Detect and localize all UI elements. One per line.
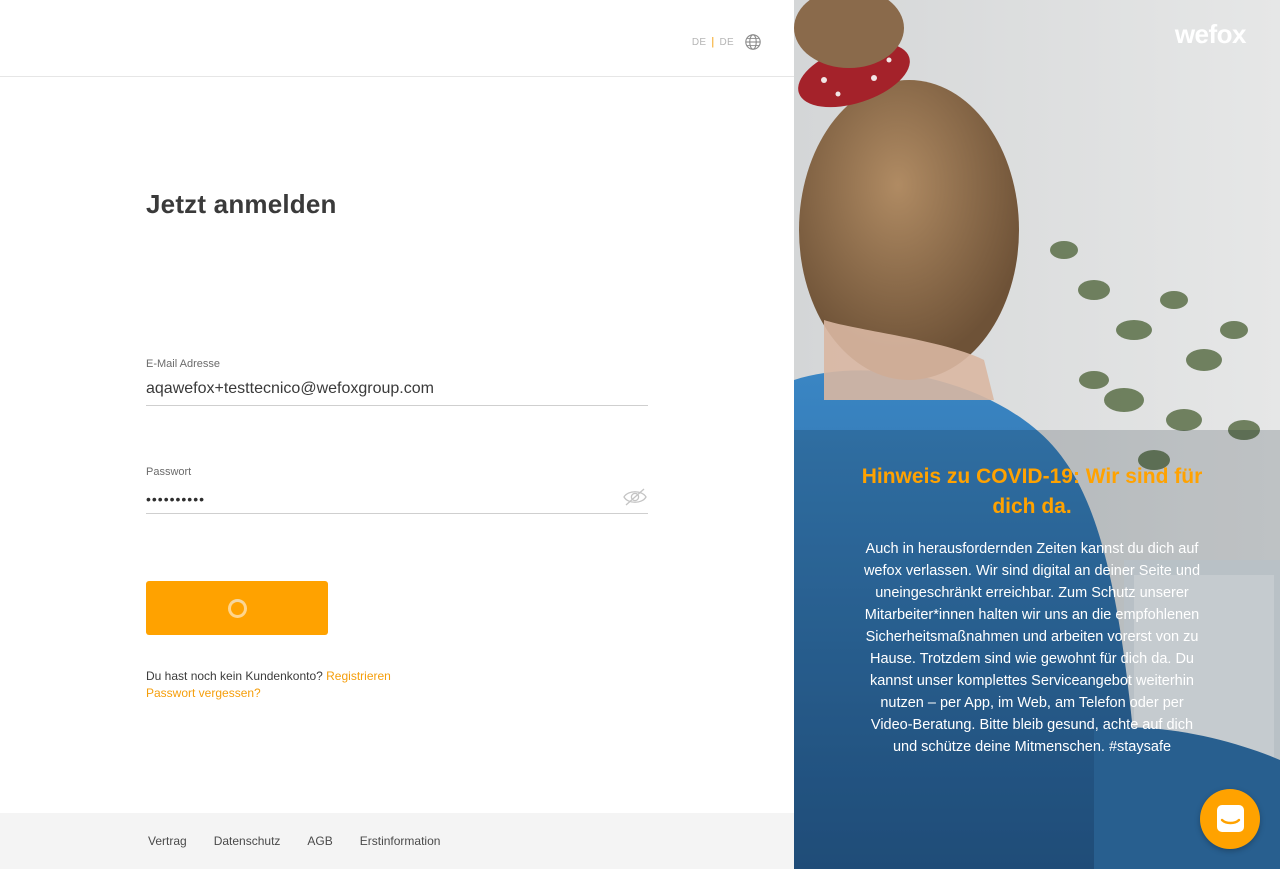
covid-headline: Hinweis zu COVID-19: Wir sind für dich d…	[861, 465, 1203, 518]
language-switcher[interactable]: DE | DE	[692, 33, 762, 51]
chat-launcher-button[interactable]	[1200, 789, 1260, 849]
language-secondary[interactable]: DE	[720, 37, 735, 48]
language-separator: |	[711, 36, 715, 48]
footer-link-erstinformation[interactable]: Erstinformation	[360, 834, 441, 848]
footer-link-agb[interactable]: AGB	[307, 834, 332, 848]
footer: Vertrag Datenschutz AGB Erstinformation	[0, 813, 794, 869]
footer-links: Vertrag Datenschutz AGB Erstinformation	[148, 834, 440, 848]
email-input[interactable]: aqawefox+testtecnico@wefoxgroup.com	[146, 380, 648, 406]
footer-link-datenschutz[interactable]: Datenschutz	[214, 834, 281, 848]
no-account-text: Du hast noch kein Kundenkonto?	[146, 669, 323, 683]
top-bar: DE | DE	[0, 0, 794, 77]
language-primary[interactable]: DE	[692, 37, 707, 48]
password-input[interactable]: ••••••••••	[146, 488, 648, 514]
email-field-group: E-Mail Adresse aqawefox+testtecnico@wefo…	[146, 358, 648, 406]
covid-body: Auch in herausfordernden Zeiten kannst d…	[863, 541, 1201, 755]
chat-icon	[1217, 805, 1244, 832]
password-label: Passwort	[146, 466, 192, 478]
forgot-password-link[interactable]: Passwort vergessen?	[146, 686, 261, 700]
password-field-group: Passwort ••••••••••	[146, 466, 648, 514]
forgot-row: Passwort vergessen?	[146, 685, 391, 702]
covid-notice: Hinweis zu COVID-19: Wir sind für dich d…	[858, 462, 1206, 758]
loading-spinner-icon	[228, 599, 247, 618]
register-link[interactable]: Registrieren	[326, 669, 391, 683]
promo-pane: wefox Hinweis zu COVID-19: Wir sind für …	[794, 0, 1280, 869]
account-links: Du hast noch kein Kundenkonto? Registrie…	[146, 668, 391, 702]
footer-link-vertrag[interactable]: Vertrag	[148, 834, 187, 848]
register-row: Du hast noch kein Kundenkonto? Registrie…	[146, 668, 391, 685]
password-masked-value: ••••••••••	[146, 491, 206, 507]
email-label: E-Mail Adresse	[146, 358, 220, 370]
eye-slash-icon[interactable]	[622, 486, 648, 508]
page-title: Jetzt anmelden	[146, 189, 337, 219]
globe-icon[interactable]	[744, 33, 762, 51]
wefox-logo: wefox	[1174, 19, 1247, 49]
login-pane: DE | DE Jetzt anmelden E-Mail Adresse aq…	[0, 0, 794, 869]
login-submit-button[interactable]	[146, 581, 328, 635]
